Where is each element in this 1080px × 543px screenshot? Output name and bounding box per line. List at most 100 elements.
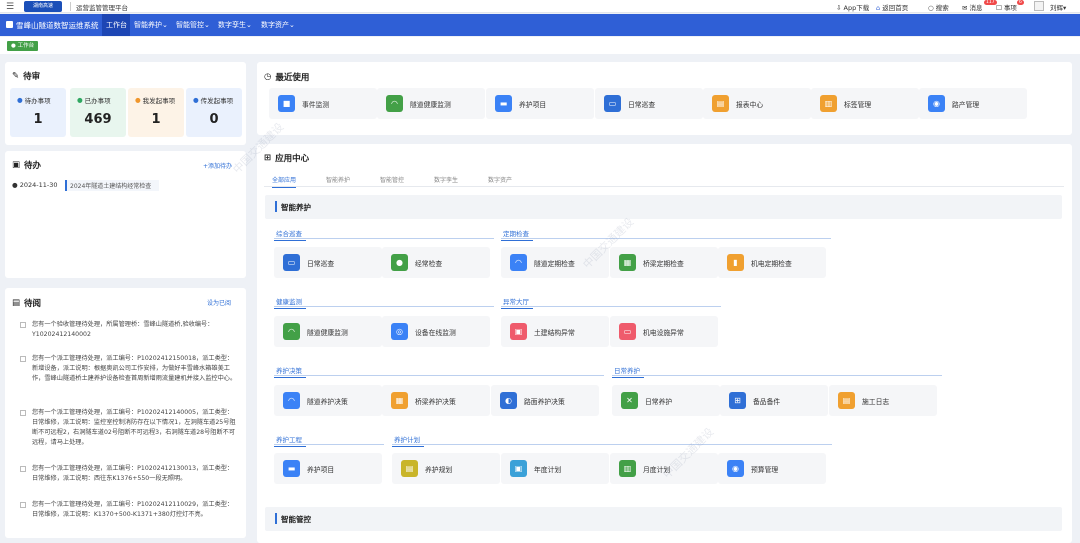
tab-assets[interactable]: 数字资产 — [488, 175, 512, 184]
message-checkbox[interactable] — [20, 356, 26, 362]
recent-asset-manage[interactable]: ◉ 路产管理 — [919, 88, 1027, 119]
top-bar: ☰ 湖南高速 运营监管管理平台 ⇩ App下载 ⌂ 返回首页 ○ 搜索 ✉ 消息… — [0, 0, 1080, 13]
camera-icon: ■ — [278, 95, 295, 112]
tag-icon: ▥ — [820, 95, 837, 112]
smart-maint-title: 智能养护 — [281, 203, 311, 212]
system-title: 运营监管管理平台 — [76, 4, 128, 12]
car-icon: ▭ — [283, 254, 300, 271]
recent-tag-manage[interactable]: ▥ 标签管理 — [811, 88, 919, 119]
app-construction-log[interactable]: ▤ 施工日志 — [829, 385, 937, 416]
recent-title: ◷ 最近使用 — [264, 72, 310, 83]
bridge-icon: ▦ — [619, 254, 636, 271]
device-icon: ▮ — [727, 254, 744, 271]
home-icon: ⌂ — [876, 4, 881, 12]
app-mep-anomaly[interactable]: ▭ 机电设施异常 — [610, 316, 718, 347]
app-annual-plan[interactable]: ▣ 年度计划 — [501, 453, 609, 484]
nav-item-workbench[interactable]: 工作台 — [106, 20, 127, 30]
app-device-online[interactable]: ◎ 设备在线监测 — [382, 316, 490, 347]
calendar-icon: ▣ — [510, 460, 527, 477]
device-icon: ▭ — [619, 323, 636, 340]
todo-title: ▣ 待办 — [12, 160, 42, 171]
messages-link[interactable]: ✉ 消息 — [962, 2, 983, 12]
todo-item[interactable]: 2024年隧道土建结构经常检查 — [65, 180, 160, 191]
tag-workbench[interactable]: ● 工作台 — [7, 41, 39, 51]
group-label: 日常养护 — [612, 365, 644, 378]
recent-report-center[interactable]: ▤ 报表中心 — [703, 88, 811, 119]
user-menu[interactable]: 刘辉▾ — [1050, 2, 1066, 12]
tasks-link[interactable]: ☐ 事项 — [996, 2, 1017, 12]
user-icon: ● — [17, 96, 23, 104]
nav-item-twin[interactable]: 数字孪生⌄ — [218, 20, 252, 30]
app-budget[interactable]: ◉ 预算管理 — [718, 453, 826, 484]
message-item[interactable]: 您有一个派工管理待处理，派工编号：P10202412150018，派工类型：新增… — [32, 354, 237, 394]
stat-forwarded[interactable]: ● 传发起事项 0 — [186, 88, 242, 137]
message-item[interactable]: 您有一个验收管理待处理，所属管理桥：雪峰山隧道桥,验收编号：Y102024121… — [32, 320, 237, 340]
stat-done[interactable]: ● 已办事项 469 — [70, 88, 126, 137]
person-icon: ● — [135, 96, 141, 104]
nav-item-assets[interactable]: 数字资产⌄ — [261, 20, 295, 30]
budget-icon: ◉ — [727, 460, 744, 477]
mark-read-link[interactable]: 设为已阅 — [207, 298, 231, 307]
app-bridge-periodic[interactable]: ▦ 桥梁定期检查 — [610, 247, 718, 278]
nav-bar: 雪峰山隧道数智运维系统 工作台 智能养护⌄ 智能管控⌄ 数字孪生⌄ 数字资产⌄ — [0, 14, 1080, 36]
app-tunnel-health[interactable]: ◠ 隧道健康监测 — [274, 316, 382, 347]
check-icon: ● — [77, 96, 83, 104]
group-label: 养护计划 — [392, 434, 424, 447]
message-item[interactable]: 您有一个派工管理待处理，派工编号：P10202412130013，派工类型：日常… — [32, 464, 237, 484]
tab-maintenance[interactable]: 智能养护 — [326, 175, 350, 184]
report-icon: ▤ — [712, 95, 729, 112]
home-link[interactable]: ⌂ 返回首页 — [876, 2, 908, 12]
log-icon: ▤ — [838, 392, 855, 409]
message-item[interactable]: 您有一个派工管理待处理，派工编号：P10202412140005，派工类型：日常… — [32, 408, 237, 448]
recent-event-monitor[interactable]: ■ 事件监测 — [269, 88, 377, 119]
app-regular-check[interactable]: ● 经常检查 — [382, 247, 490, 278]
message-checkbox[interactable] — [20, 502, 26, 508]
smart-ctrl-header — [265, 507, 1062, 531]
stat-initiated[interactable]: ● 我发起事项 1 — [128, 88, 184, 137]
avatar[interactable] — [1034, 1, 1044, 11]
grid-icon: ⊞ — [729, 392, 746, 409]
chevron-down-icon: ⌄ — [162, 21, 168, 29]
tab-twin[interactable]: 数字孪生 — [434, 175, 458, 184]
toread-title: ▤ 待阅 — [12, 298, 42, 309]
forward-icon: ● — [193, 96, 199, 104]
app-daily-maint[interactable]: ✕ 日常养护 — [612, 385, 720, 416]
recent-maint-project[interactable]: ▬ 养护项目 — [486, 88, 594, 119]
app-civil-anomaly[interactable]: ▣ 土建结构异常 — [501, 316, 609, 347]
app-center-title: ⊞ 应用中心 — [264, 153, 310, 164]
recent-daily-patrol[interactable]: ▭ 日常巡查 — [595, 88, 703, 119]
message-checkbox[interactable] — [20, 410, 26, 416]
app-mep-periodic[interactable]: ▮ 机电定期检查 — [718, 247, 826, 278]
group-label: 养护工程 — [274, 434, 306, 447]
app-tunnel-decision[interactable]: ◠ 隧道养护决策 — [274, 385, 382, 416]
search-link[interactable]: ○ 搜索 — [928, 2, 949, 12]
app-bridge-decision[interactable]: ▦ 桥梁养护决策 — [382, 385, 490, 416]
tab-control[interactable]: 智能管控 — [380, 175, 404, 184]
add-todo-link[interactable]: +添加待办 — [203, 161, 232, 170]
recent-tunnel-health[interactable]: ◠ 隧道健康监测 — [377, 88, 485, 119]
stat-todo[interactable]: ● 待办事项 1 — [10, 88, 66, 137]
app-download-link[interactable]: ⇩ App下载 — [836, 2, 869, 12]
message-checkbox[interactable] — [20, 322, 26, 328]
app-maint-project[interactable]: ▬ 养护项目 — [274, 453, 382, 484]
app-spare-parts[interactable]: ⊞ 备品备件 — [720, 385, 828, 416]
nav-item-control[interactable]: 智能管控⌄ — [176, 20, 210, 30]
smart-ctrl-title: 智能管控 — [281, 515, 311, 524]
message-item[interactable]: 您有一个派工管理待处理，派工编号：P10202412110029，派工类型：日常… — [32, 500, 237, 520]
nav-item-maintenance[interactable]: 智能养护⌄ — [134, 20, 168, 30]
app-maint-planning[interactable]: ▤ 养护规划 — [392, 453, 500, 484]
group-label: 综合巡查 — [274, 228, 306, 241]
app-daily-patrol[interactable]: ▭ 日常巡查 — [274, 247, 382, 278]
document-icon: ▤ — [401, 460, 418, 477]
road-icon: ◐ — [500, 392, 517, 409]
chevron-down-icon: ⌄ — [246, 21, 252, 29]
brand-title: 雪峰山隧道数智运维系统 — [16, 21, 99, 30]
asset-icon: ◉ — [928, 95, 945, 112]
menu-icon[interactable]: ☰ — [6, 2, 14, 12]
app-road-decision[interactable]: ◐ 路面养护决策 — [491, 385, 599, 416]
group-label: 定期检查 — [501, 228, 533, 241]
message-checkbox[interactable] — [20, 466, 26, 472]
tunnel-icon: ◠ — [386, 95, 403, 112]
bridge-icon: ▦ — [391, 392, 408, 409]
group-label: 健康监测 — [274, 296, 306, 309]
